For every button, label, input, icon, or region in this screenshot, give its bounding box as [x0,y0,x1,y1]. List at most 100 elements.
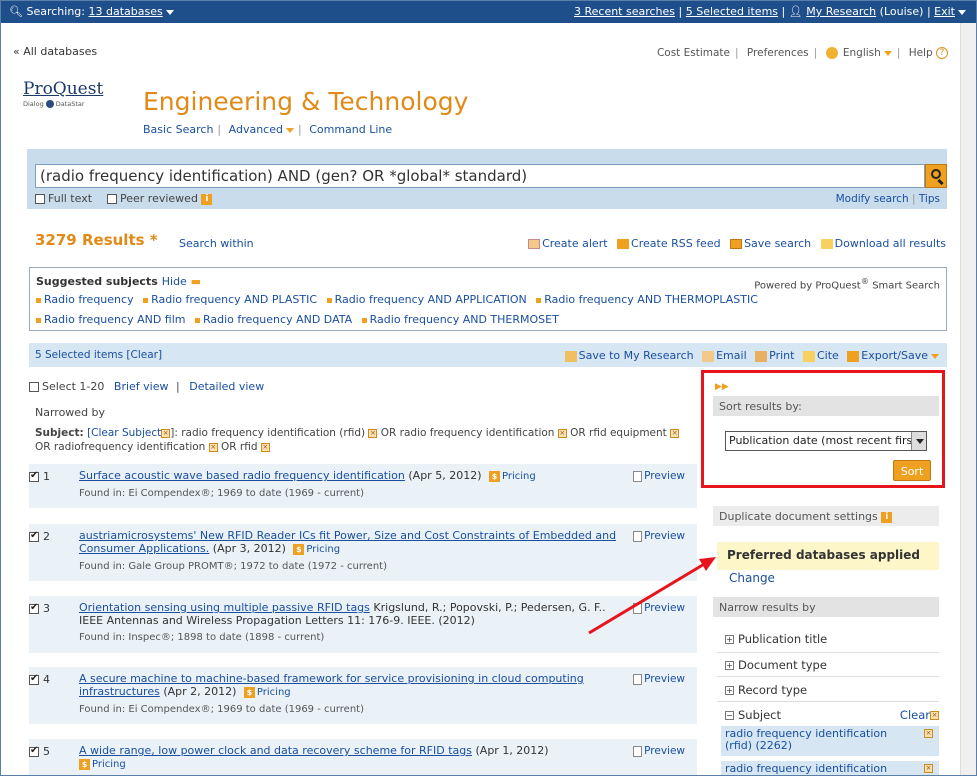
subject-facet-item[interactable]: radio frequency identification (rfid) (2… [721,726,939,756]
brief-view-link[interactable]: Brief view [114,380,169,393]
result-checkbox[interactable] [29,530,39,542]
detailed-view-link[interactable]: Detailed view [189,380,264,393]
preview-button[interactable]: Preview [633,673,685,685]
full-text-checkbox[interactable] [35,194,45,204]
pricing-link[interactable]: Pricing [502,471,536,482]
pricing-link[interactable]: Pricing [257,687,291,698]
exit-link[interactable]: Exit [934,5,955,18]
expand-icon[interactable]: + [725,661,734,670]
duplicate-settings[interactable]: Duplicate document settings i [713,506,939,526]
download-all-link[interactable]: Download all results [835,237,946,250]
search-input[interactable]: (radio frequency identification) AND (ge… [35,164,925,188]
suggested-subject[interactable]: Radio frequency AND PLASTIC [151,293,317,306]
suggested-subject[interactable]: Radio frequency AND APPLICATION [335,293,527,306]
select-all-checkbox[interactable] [29,382,39,392]
result-title-link[interactable]: austriamicrosystems' New RFID Reader ICs… [79,529,616,555]
facet-label: Publication title [738,632,828,646]
selected-items-link[interactable]: 5 Selected items [686,5,778,18]
remove-icon[interactable]: × [670,428,680,438]
peer-reviewed-option[interactable]: Peer reviewed i [107,192,213,205]
remove-icon[interactable]: × [260,442,270,452]
result-number: 1 [43,470,50,483]
expand-icon[interactable]: + [725,635,734,644]
chevron-down-icon[interactable] [931,353,939,359]
facet-document-type[interactable]: + Document type [725,658,827,672]
save-icon [730,239,743,249]
help-link[interactable]: Help [909,47,933,59]
peer-reviewed-checkbox[interactable] [107,194,117,204]
collapse-icon[interactable]: − [725,711,734,720]
preview-button[interactable]: Preview [633,530,685,542]
language-select[interactable]: English [843,47,881,59]
export-save-link[interactable]: Export/Save [861,349,928,362]
info-icon[interactable]: i [201,193,213,205]
full-text-option[interactable]: Full text [35,192,92,205]
suggested-subject[interactable]: Radio frequency AND THERMOPLASTIC [544,293,758,306]
search-button[interactable] [925,164,947,188]
tips-link[interactable]: Tips [919,193,940,205]
subject-facet-item[interactable]: radio frequency identification × [721,761,939,775]
chevron-down-icon[interactable] [958,9,966,15]
remove-icon[interactable]: × [924,729,933,738]
cost-estimate-link[interactable]: Cost Estimate [657,47,730,59]
my-research-link[interactable]: My Research [806,5,876,18]
result-checkbox[interactable] [29,602,39,614]
facet-record-type[interactable]: + Record type [725,683,807,697]
result-checkbox[interactable] [29,673,39,685]
advanced-search-link[interactable]: Advanced [229,123,283,136]
print-link[interactable]: Print [769,349,794,362]
remove-icon[interactable]: × [161,428,171,438]
create-alert-link[interactable]: Create alert [542,237,607,250]
search-within-link[interactable]: Search within [179,237,254,250]
vertical-scrollbar[interactable] [960,23,976,775]
remove-icon[interactable]: × [368,428,378,438]
databases-link[interactable]: 13 databases [88,5,162,18]
all-databases-link[interactable]: « All databases [13,45,97,58]
cite-link[interactable]: Cite [817,349,839,362]
subject-clear[interactable]: Clear × [900,708,939,722]
result-title-link[interactable]: A secure machine to machine-based framew… [79,672,584,698]
searching-databases[interactable]: 🔍︎ Searching: 13 databases [9,5,174,18]
expand-icon[interactable]: + [725,686,734,695]
selected-items-clear[interactable]: 5 Selected items [Clear] [35,349,162,361]
suggested-subject[interactable]: Radio frequency AND film [44,313,186,326]
suggested-subject[interactable]: Radio frequency AND DATA [203,313,352,326]
command-line-link[interactable]: Command Line [309,123,392,136]
result-title-link[interactable]: Surface acoustic wave based radio freque… [79,469,405,482]
result-checkbox[interactable] [29,470,39,482]
suggested-subject[interactable]: Radio frequency [44,293,134,306]
result-checkbox[interactable] [29,745,39,757]
result-title-link[interactable]: A wide range, low power clock and data r… [79,744,472,757]
chevron-down-icon[interactable] [883,50,892,56]
facet-publication-title[interactable]: + Publication title [725,632,827,646]
create-rss-link[interactable]: Create RSS feed [631,237,721,250]
preview-button[interactable]: Preview [633,602,685,614]
proquest-logo[interactable]: ProQuest Dialog DataStar [23,79,123,108]
basic-search-link[interactable]: Basic Search [143,123,213,136]
save-to-my-research[interactable]: Save to My Research [579,349,694,362]
pricing-link[interactable]: Pricing [306,544,340,555]
preview-button[interactable]: Preview [633,470,685,482]
clear-subject-link[interactable]: [Clear Subject [87,427,161,439]
chevron-down-icon[interactable] [165,9,174,15]
save-search-link[interactable]: Save search [744,237,811,250]
rss-icon [617,239,630,249]
suggested-subject[interactable]: Radio frequency AND THERMOSET [370,313,559,326]
result-title-link[interactable]: Orientation sensing using multiple passi… [79,601,370,614]
preview-button[interactable]: Preview [633,745,685,757]
email-link[interactable]: Email [716,349,747,362]
preferences-link[interactable]: Preferences [747,47,809,59]
help-icon[interactable]: ? [936,47,948,59]
change-link[interactable]: Change [729,571,775,585]
hide-link[interactable]: Hide [162,275,187,288]
remove-icon[interactable]: × [208,442,218,452]
remove-icon[interactable]: × [924,764,933,773]
pricing-link[interactable]: Pricing [92,759,126,770]
facet-subject[interactable]: − Subject Clear × [725,708,939,722]
remove-icon[interactable]: × [557,428,567,438]
info-icon[interactable]: i [881,511,893,523]
recent-searches-link[interactable]: 3 Recent searches [574,5,675,18]
modify-search-link[interactable]: Modify search [836,193,909,205]
remove-icon[interactable]: × [930,711,939,720]
chevron-down-icon[interactable] [285,127,294,133]
